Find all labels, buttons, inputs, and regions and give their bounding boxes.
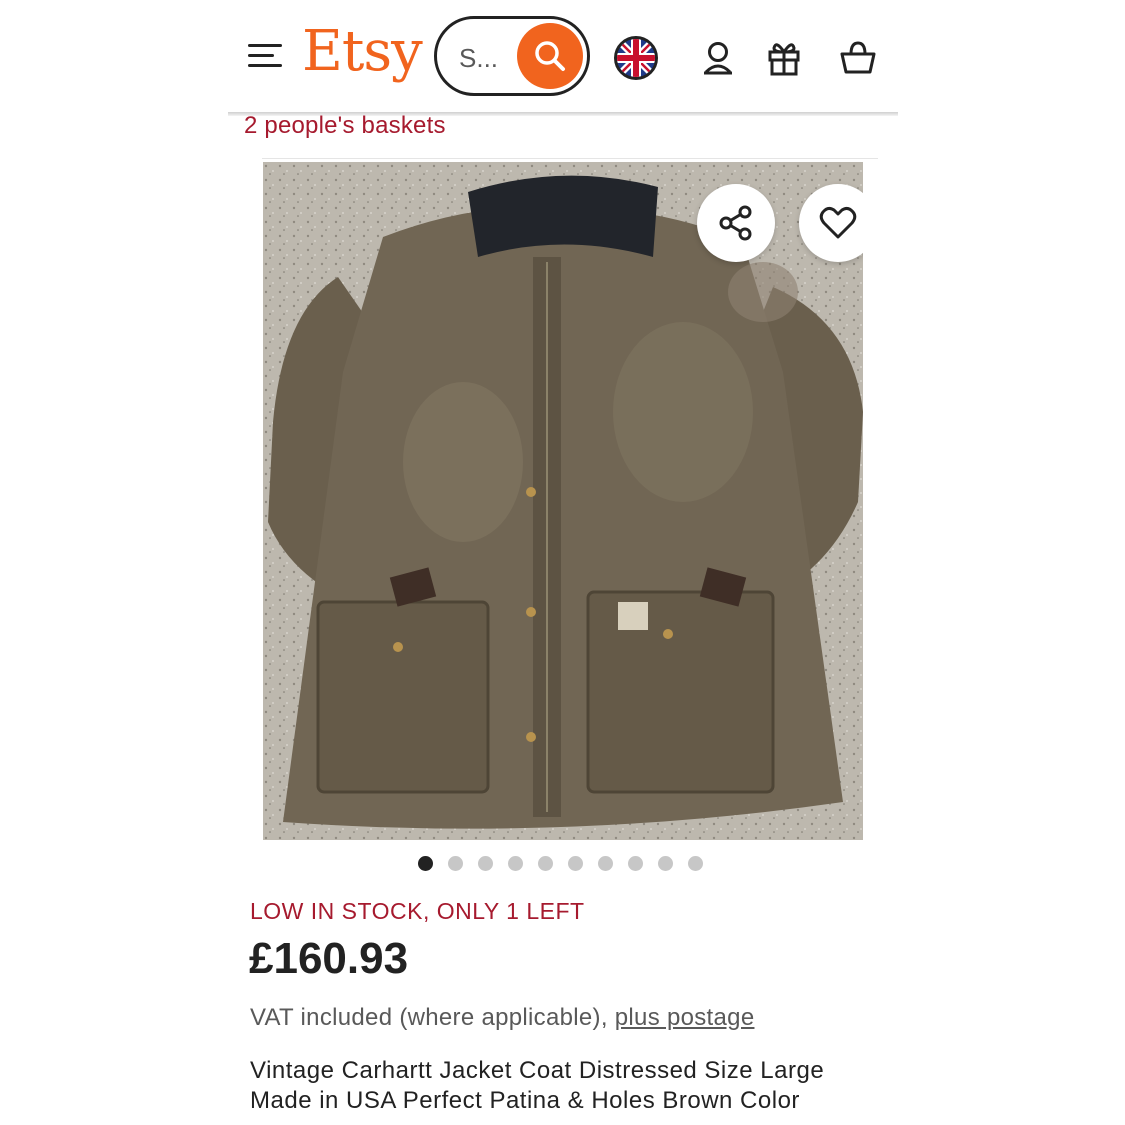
carousel-dot[interactable]	[688, 856, 703, 871]
carousel-dot[interactable]	[628, 856, 643, 871]
postage-link[interactable]: plus postage	[615, 1004, 755, 1031]
vat-note: VAT included (where applicable), plus po…	[250, 1004, 754, 1032]
carousel-dot[interactable]	[448, 856, 463, 871]
gift-icon[interactable]	[762, 36, 806, 80]
listing-title: Vintage Carhartt Jacket Coat Distressed …	[250, 1057, 825, 1114]
stock-message: LOW IN STOCK, ONLY 1 LEFT	[250, 898, 585, 924]
site-header: Etsy S...	[228, 10, 898, 110]
search-icon	[535, 41, 565, 71]
image-carousel-dots	[418, 856, 703, 871]
carousel-dot[interactable]	[568, 856, 583, 871]
uk-flag-icon[interactable]	[614, 36, 658, 80]
carousel-dot[interactable]	[418, 856, 433, 871]
basket-icon[interactable]	[836, 36, 880, 80]
carousel-dot[interactable]	[598, 856, 613, 871]
user-icon[interactable]	[696, 36, 740, 80]
vat-text: VAT included (where applicable),	[250, 1004, 608, 1031]
heart-icon	[819, 206, 857, 239]
carousel-dot[interactable]	[658, 856, 673, 871]
etsy-logo[interactable]: Etsy	[302, 24, 423, 80]
search-input[interactable]: S...	[434, 16, 590, 96]
carousel-dot[interactable]	[478, 856, 493, 871]
share-button[interactable]	[697, 184, 775, 262]
basket-count-note: 2 people's baskets	[244, 112, 446, 139]
carousel-dot[interactable]	[538, 856, 553, 871]
share-icon	[719, 205, 752, 241]
menu-icon[interactable]	[248, 42, 284, 70]
gallery-top-rule	[262, 158, 878, 159]
search-button[interactable]	[517, 23, 583, 89]
carousel-dot[interactable]	[508, 856, 523, 871]
price: £160.93	[249, 934, 409, 983]
product-image[interactable]	[263, 162, 863, 840]
search-placeholder: S...	[459, 43, 499, 73]
